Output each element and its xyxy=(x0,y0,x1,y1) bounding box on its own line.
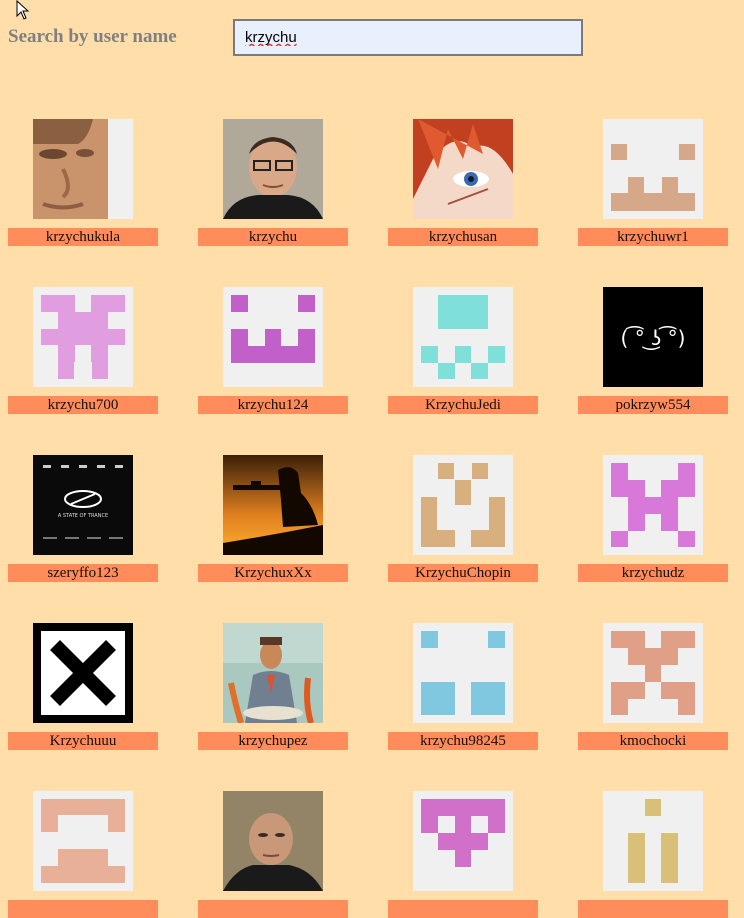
user-card[interactable]: krzychu124 xyxy=(198,287,348,414)
identicon-icon xyxy=(603,623,703,723)
user-name: krzychupez xyxy=(198,732,348,750)
user-name: krzychukula xyxy=(8,228,158,246)
user-card[interactable]: ( ͡° ͜ʖ ͡°) pokrzyw554 xyxy=(578,287,728,414)
a-state-of-trance-album-icon: A STATE OF TRANCE xyxy=(33,455,133,555)
user-name xyxy=(578,900,728,918)
user-card[interactable]: kmochocki xyxy=(578,623,728,750)
user-card[interactable] xyxy=(198,791,348,918)
identicon-icon xyxy=(603,455,703,555)
user-name: krzychu xyxy=(198,228,348,246)
user-name: szeryffo123 xyxy=(8,564,158,582)
photo-man-closeup-icon xyxy=(33,119,133,219)
user-card[interactable]: krzychu xyxy=(198,119,348,246)
user-card[interactable]: KrzychuJedi xyxy=(388,287,538,414)
user-name: KrzychuJedi xyxy=(388,396,538,414)
photo-man-bald-icon xyxy=(223,791,323,891)
identicon-icon xyxy=(413,791,513,891)
identicon-icon xyxy=(603,119,703,219)
x-mark-icon xyxy=(33,623,133,723)
user-card[interactable] xyxy=(8,791,158,918)
user-card[interactable]: krzychukula xyxy=(8,119,158,246)
user-card[interactable]: KrzychuChopin xyxy=(388,455,538,582)
user-name: krzychu124 xyxy=(198,396,348,414)
user-name: krzychuwr1 xyxy=(578,228,728,246)
user-card[interactable]: krzychupez xyxy=(198,623,348,750)
user-card[interactable] xyxy=(388,791,538,918)
soldier-silhouette-sunset-icon xyxy=(223,455,323,555)
identicon-icon xyxy=(603,791,703,891)
user-name xyxy=(198,900,348,918)
search-label: Search by user name xyxy=(8,26,177,47)
user-name: krzychudz xyxy=(578,564,728,582)
user-card[interactable]: A STATE OF TRANCE szeryffo123 xyxy=(8,455,158,582)
user-card[interactable]: krzychudz xyxy=(578,455,728,582)
identicon-icon xyxy=(413,623,513,723)
photo-man-glasses-icon xyxy=(223,119,323,219)
user-name xyxy=(8,900,158,918)
user-name: pokrzyw554 xyxy=(578,396,728,414)
user-card[interactable] xyxy=(578,791,728,918)
search-input[interactable] xyxy=(233,19,583,56)
user-name: krzychu700 xyxy=(8,396,158,414)
user-name: Krzychuuu xyxy=(8,732,158,750)
identicon-icon xyxy=(223,287,323,387)
identicon-icon xyxy=(413,455,513,555)
lenny-face-icon: ( ͡° ͜ʖ ͡°) xyxy=(603,287,703,387)
svg-text:( ͡° ͜ʖ ͡°): ( ͡° ͜ʖ ͡°) xyxy=(621,326,686,350)
user-grid: krzychukula krzychu krzychusan krzychuwr… xyxy=(8,119,728,918)
identicon-icon xyxy=(33,287,133,387)
identicon-icon xyxy=(33,791,133,891)
identicon-icon xyxy=(413,287,513,387)
anime-red-hair-icon xyxy=(413,119,513,219)
user-name: krzychusan xyxy=(388,228,538,246)
user-card[interactable]: Krzychuuu xyxy=(8,623,158,750)
painting-man-icon xyxy=(223,623,323,723)
mouse-cursor-icon xyxy=(16,0,30,20)
user-name: krzychu98245 xyxy=(388,732,538,750)
user-card[interactable]: KrzychuxXx xyxy=(198,455,348,582)
user-card[interactable]: krzychuwr1 xyxy=(578,119,728,246)
svg-text:A STATE OF TRANCE: A STATE OF TRANCE xyxy=(58,513,108,519)
user-name: KrzychuChopin xyxy=(388,564,538,582)
user-card[interactable]: krzychusan xyxy=(388,119,538,246)
user-card[interactable]: krzychu700 xyxy=(8,287,158,414)
user-name: KrzychuxXx xyxy=(198,564,348,582)
user-name xyxy=(388,900,538,918)
user-card[interactable]: krzychu98245 xyxy=(388,623,538,750)
user-name: kmochocki xyxy=(578,732,728,750)
